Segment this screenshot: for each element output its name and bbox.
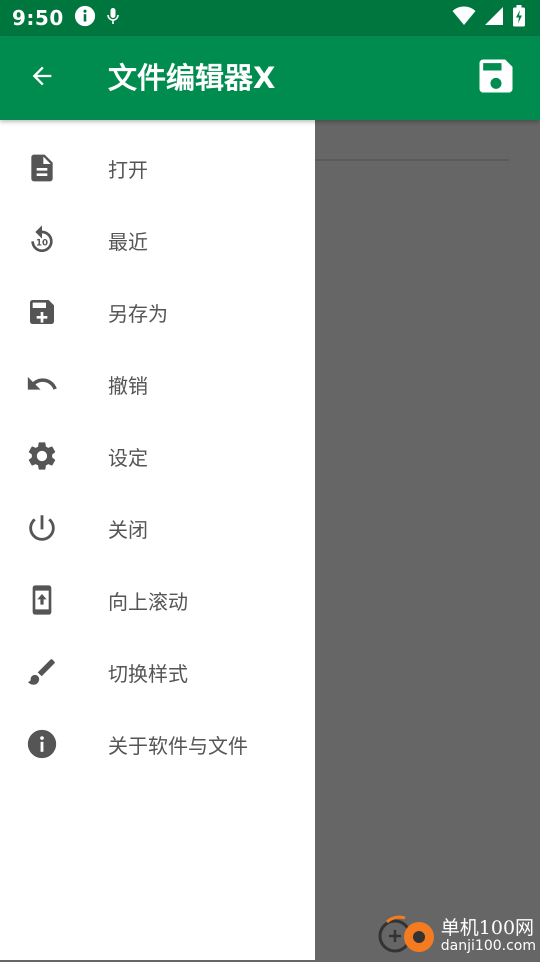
brush-icon <box>24 654 60 690</box>
replay-10-icon: 10 <box>24 222 60 258</box>
status-right <box>452 5 526 31</box>
svg-text:10: 10 <box>36 238 48 248</box>
menu-item-label: 向上滚动 <box>108 586 188 615</box>
status-left: 9:50 <box>12 5 120 31</box>
status-time: 9:50 <box>12 6 64 30</box>
save-button[interactable] <box>472 54 520 102</box>
menu-item-label: 关于软件与文件 <box>108 730 248 759</box>
menu-item-switch-style[interactable]: 切换样式 <box>0 636 315 708</box>
file-icon <box>24 150 60 186</box>
menu-item-label: 关闭 <box>108 514 148 543</box>
wifi-icon <box>452 6 476 30</box>
app-bar: 文件编辑器X <box>0 36 540 120</box>
mic-icon <box>106 7 120 29</box>
menu-item-recent[interactable]: 10 最近 <box>0 204 315 276</box>
navigation-drawer: 打开 10 最近 另存为 撤销 设定 <box>0 120 315 960</box>
power-icon <box>24 510 60 546</box>
battery-charging-icon <box>512 5 526 31</box>
info-icon <box>74 5 96 31</box>
back-button[interactable] <box>22 58 62 98</box>
menu-item-label: 最近 <box>108 226 148 255</box>
watermark-text: 单机100网 danji100.com <box>441 919 536 954</box>
gear-icon <box>24 438 60 474</box>
watermark: 单机100网 danji100.com <box>377 914 536 958</box>
menu-item-open[interactable]: 打开 <box>0 132 315 204</box>
save-icon <box>474 54 518 102</box>
drawer-menu: 打开 10 最近 另存为 撤销 设定 <box>0 120 315 780</box>
save-add-icon <box>24 294 60 330</box>
undo-icon <box>24 366 60 402</box>
watermark-logo-icon <box>377 914 437 958</box>
signal-icon <box>484 6 504 30</box>
menu-item-settings[interactable]: 设定 <box>0 420 315 492</box>
menu-item-save-as[interactable]: 另存为 <box>0 276 315 348</box>
app-title: 文件编辑器X <box>108 36 275 120</box>
menu-item-scroll-up[interactable]: 向上滚动 <box>0 564 315 636</box>
menu-item-label: 设定 <box>108 442 148 471</box>
menu-item-label: 撤销 <box>108 370 148 399</box>
info-circle-icon <box>24 726 60 762</box>
menu-item-label: 切换样式 <box>108 658 188 687</box>
content-divider <box>315 159 509 161</box>
phone-upload-icon <box>24 582 60 618</box>
menu-item-undo[interactable]: 撤销 <box>0 348 315 420</box>
arrow-back-icon <box>28 62 56 94</box>
drawer-scrim[interactable] <box>315 120 540 960</box>
status-bar: 9:50 <box>0 0 540 36</box>
menu-item-about[interactable]: 关于软件与文件 <box>0 708 315 780</box>
watermark-site-name: 单机100网 <box>441 919 536 939</box>
menu-item-label: 打开 <box>108 154 148 183</box>
menu-item-label: 另存为 <box>108 298 168 327</box>
watermark-url: danji100.com <box>441 939 536 954</box>
menu-item-close[interactable]: 关闭 <box>0 492 315 564</box>
